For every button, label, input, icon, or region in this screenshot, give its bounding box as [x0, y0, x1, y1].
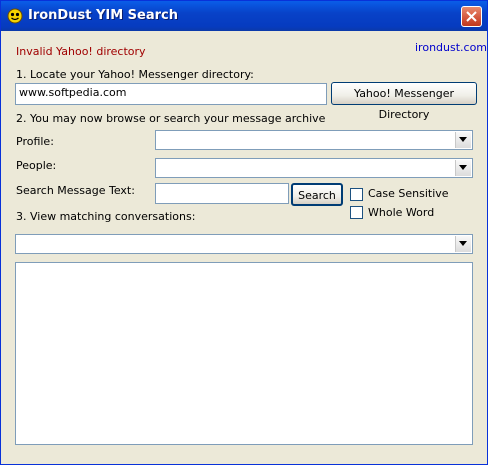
title-bar[interactable]: IronDust YIM Search — [1, 1, 487, 31]
chevron-down-icon — [459, 165, 467, 170]
step2-label: 2. You may now browse or search your mes… — [16, 112, 326, 125]
search-button[interactable]: Search — [291, 183, 343, 206]
chevron-down-icon — [459, 137, 467, 142]
close-icon — [466, 11, 477, 22]
window-title: IronDust YIM Search — [28, 8, 178, 23]
search-text-label: Search Message Text: — [16, 184, 135, 197]
whole-word-label[interactable]: Whole Word — [368, 206, 434, 219]
people-dropdown-button[interactable] — [455, 160, 471, 176]
conversation-dropdown-button[interactable] — [455, 236, 471, 252]
step3-label: 3. View matching conversations: — [16, 210, 196, 223]
conversation-select[interactable] — [15, 234, 473, 254]
yahoo-messenger-directory-button[interactable]: Yahoo! Messenger Directory — [331, 82, 477, 121]
whole-word-checkbox[interactable] — [350, 206, 363, 219]
chevron-down-icon — [459, 241, 467, 246]
directory-input[interactable]: www.softpedia.com — [15, 83, 327, 105]
profile-label: Profile: — [16, 135, 54, 148]
conversation-viewer[interactable] — [15, 262, 473, 445]
people-label: People: — [16, 159, 57, 172]
status-message: Invalid Yahoo! directory — [16, 45, 146, 58]
yim-smiley-icon — [7, 8, 23, 24]
step1-label: 1. Locate your Yahoo! Messenger director… — [16, 68, 254, 81]
case-sensitive-label[interactable]: Case Sensitive — [368, 187, 449, 200]
case-sensitive-checkbox[interactable] — [350, 188, 363, 201]
people-select[interactable] — [155, 158, 473, 178]
profile-dropdown-button[interactable] — [455, 132, 471, 148]
client-area: Invalid Yahoo! directory irondust.com 1.… — [4, 31, 487, 461]
search-text-input[interactable] — [155, 183, 289, 204]
close-button[interactable] — [461, 6, 482, 27]
app-window: IronDust YIM Search Invalid Yahoo! direc… — [0, 0, 488, 465]
website-link[interactable]: irondust.com — [415, 41, 487, 54]
profile-select[interactable] — [155, 130, 473, 150]
